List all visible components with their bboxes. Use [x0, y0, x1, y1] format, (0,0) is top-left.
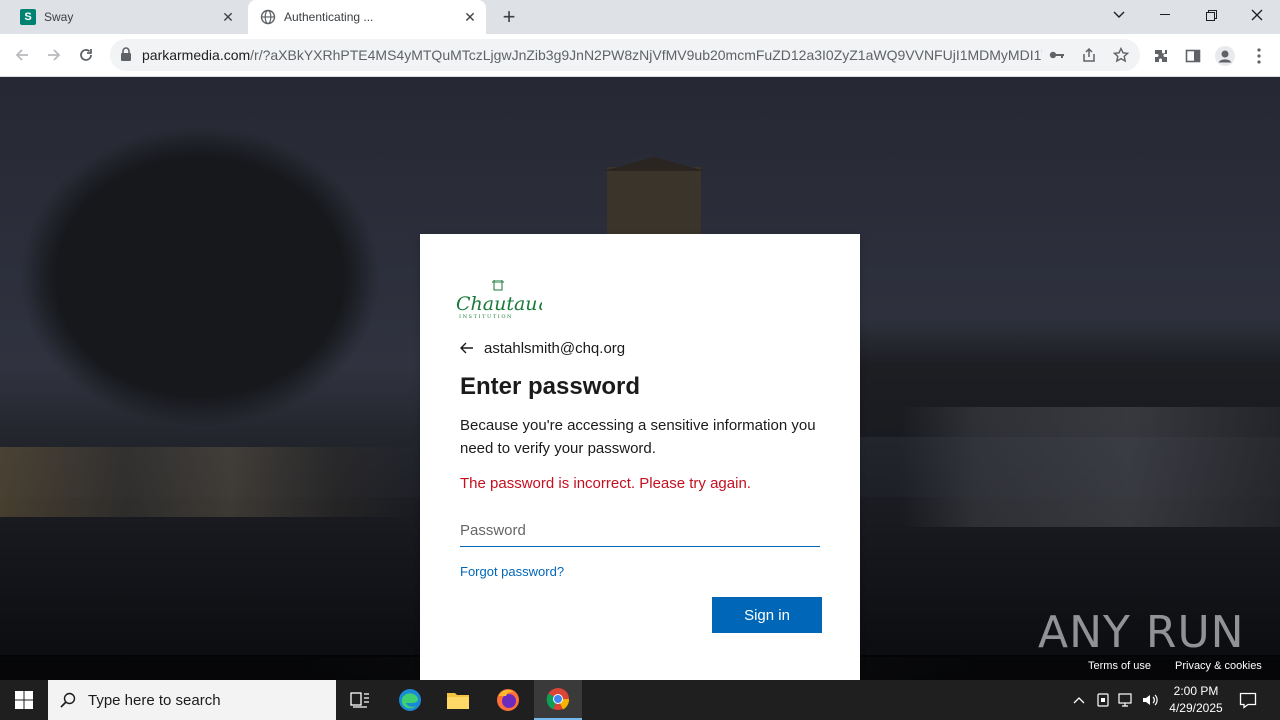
org-logo: Chautauqua INSTITUTION: [456, 279, 573, 320]
tab-title: Authenticating ...: [284, 10, 374, 24]
clock-date: 4/29/2025: [1169, 701, 1223, 715]
search-placeholder: Type here to search: [88, 691, 221, 709]
extensions-icon[interactable]: [1150, 45, 1172, 67]
background-trees: [0, 117, 460, 457]
browser-toolbar: parkarmedia.com/r/?aXBkYXRhPTE4MS4yMTQuM…: [0, 34, 1280, 77]
side-panel-icon[interactable]: [1182, 45, 1204, 67]
sign-in-button[interactable]: Sign in: [712, 597, 822, 633]
page-viewport: Terms of use Privacy & cookies ANY RUN C…: [0, 77, 1280, 680]
url-host: parkarmedia.com: [142, 47, 251, 63]
tab-title: Sway: [44, 10, 74, 24]
taskbar-clock[interactable]: 2:00 PM 4/29/2025: [1160, 683, 1232, 717]
background-boats: [0, 447, 420, 517]
sway-icon: S: [20, 9, 36, 25]
url-path: /r/?aXBkYXRhPTE4MS4yMTQuMTczLjgwJnZib3g9…: [250, 47, 1042, 63]
restore-icon[interactable]: [1188, 0, 1234, 30]
watermark-text: ANY RUN: [1038, 607, 1245, 658]
address-bar[interactable]: parkarmedia.com/r/?aXBkYXRhPTE4MS4yMTQuM…: [110, 39, 1140, 71]
taskbar-search-box[interactable]: Type here to search: [48, 680, 336, 720]
profile-avatar-icon[interactable]: [1214, 45, 1236, 67]
network-icon[interactable]: [1116, 680, 1138, 720]
close-icon[interactable]: ✕: [460, 7, 480, 27]
notification-center-icon[interactable]: [1234, 680, 1262, 720]
svg-text:INSTITUTION: INSTITUTION: [459, 314, 513, 320]
tab-strip: S Sway ✕ Authenticating ... ✕ +: [0, 0, 1280, 34]
new-tab-button[interactable]: +: [496, 4, 522, 29]
identity-banner: astahlsmith@chq.org: [460, 336, 625, 360]
firefox-icon[interactable]: [484, 680, 532, 720]
windows-start-icon[interactable]: [0, 680, 48, 720]
signin-description: Because you're accessing a sensitive inf…: [460, 417, 816, 457]
volume-icon[interactable]: [1140, 680, 1162, 720]
password-error-message: The password is incorrect. Please try ag…: [460, 475, 751, 492]
show-hidden-icons-chevron-icon[interactable]: [1068, 680, 1090, 720]
globe-icon: [260, 9, 276, 25]
edge-browser-icon[interactable]: [386, 680, 434, 720]
privacy-cookies-link[interactable]: Privacy & cookies: [1175, 660, 1262, 672]
task-view-icon[interactable]: [336, 680, 384, 720]
chrome-icon[interactable]: [534, 680, 582, 720]
device-icon[interactable]: [1092, 680, 1114, 720]
minimize-icon[interactable]: [1142, 0, 1188, 30]
reload-icon[interactable]: [72, 41, 100, 69]
page-title: Enter password: [460, 373, 641, 400]
terms-of-use-link[interactable]: Terms of use: [1088, 660, 1151, 672]
signin-card: Chautauqua INSTITUTION astahlsmith@chq.o…: [420, 234, 860, 680]
anyrun-watermark: ANY RUN: [1038, 607, 1245, 658]
back-arrow-icon[interactable]: [8, 41, 36, 69]
windows-taskbar: Type here to search 2:00 PM 4/29/2025: [0, 680, 1280, 720]
identity-email: astahlsmith@chq.org: [484, 339, 626, 357]
lock-icon[interactable]: [120, 47, 134, 63]
file-explorer-icon[interactable]: [434, 680, 482, 720]
tab-authenticating[interactable]: Authenticating ... ✕: [248, 0, 486, 34]
search-icon: [48, 692, 88, 708]
menu-kebab-icon[interactable]: [1248, 45, 1270, 67]
tab-search-chevron-icon[interactable]: [1096, 0, 1142, 30]
close-window-icon[interactable]: [1234, 0, 1280, 30]
svg-text:Chautauqua: Chautauqua: [456, 293, 542, 315]
share-icon[interactable]: [1078, 45, 1100, 65]
back-arrow-icon[interactable]: [460, 336, 484, 360]
forgot-password-link[interactable]: Forgot password?: [460, 564, 564, 579]
close-icon[interactable]: ✕: [218, 7, 238, 27]
password-field[interactable]: [460, 515, 820, 547]
url-text[interactable]: parkarmedia.com/r/?aXBkYXRhPTE4MS4yMTQuM…: [142, 47, 1042, 63]
tab-sway[interactable]: S Sway ✕: [8, 0, 244, 34]
bookmark-star-icon[interactable]: [1110, 45, 1132, 65]
key-icon[interactable]: [1046, 45, 1068, 65]
background-tower: [607, 167, 701, 237]
background-boats-right: [900, 407, 1280, 527]
forward-arrow-icon[interactable]: [40, 41, 68, 69]
clock-time: 2:00 PM: [1173, 684, 1219, 698]
